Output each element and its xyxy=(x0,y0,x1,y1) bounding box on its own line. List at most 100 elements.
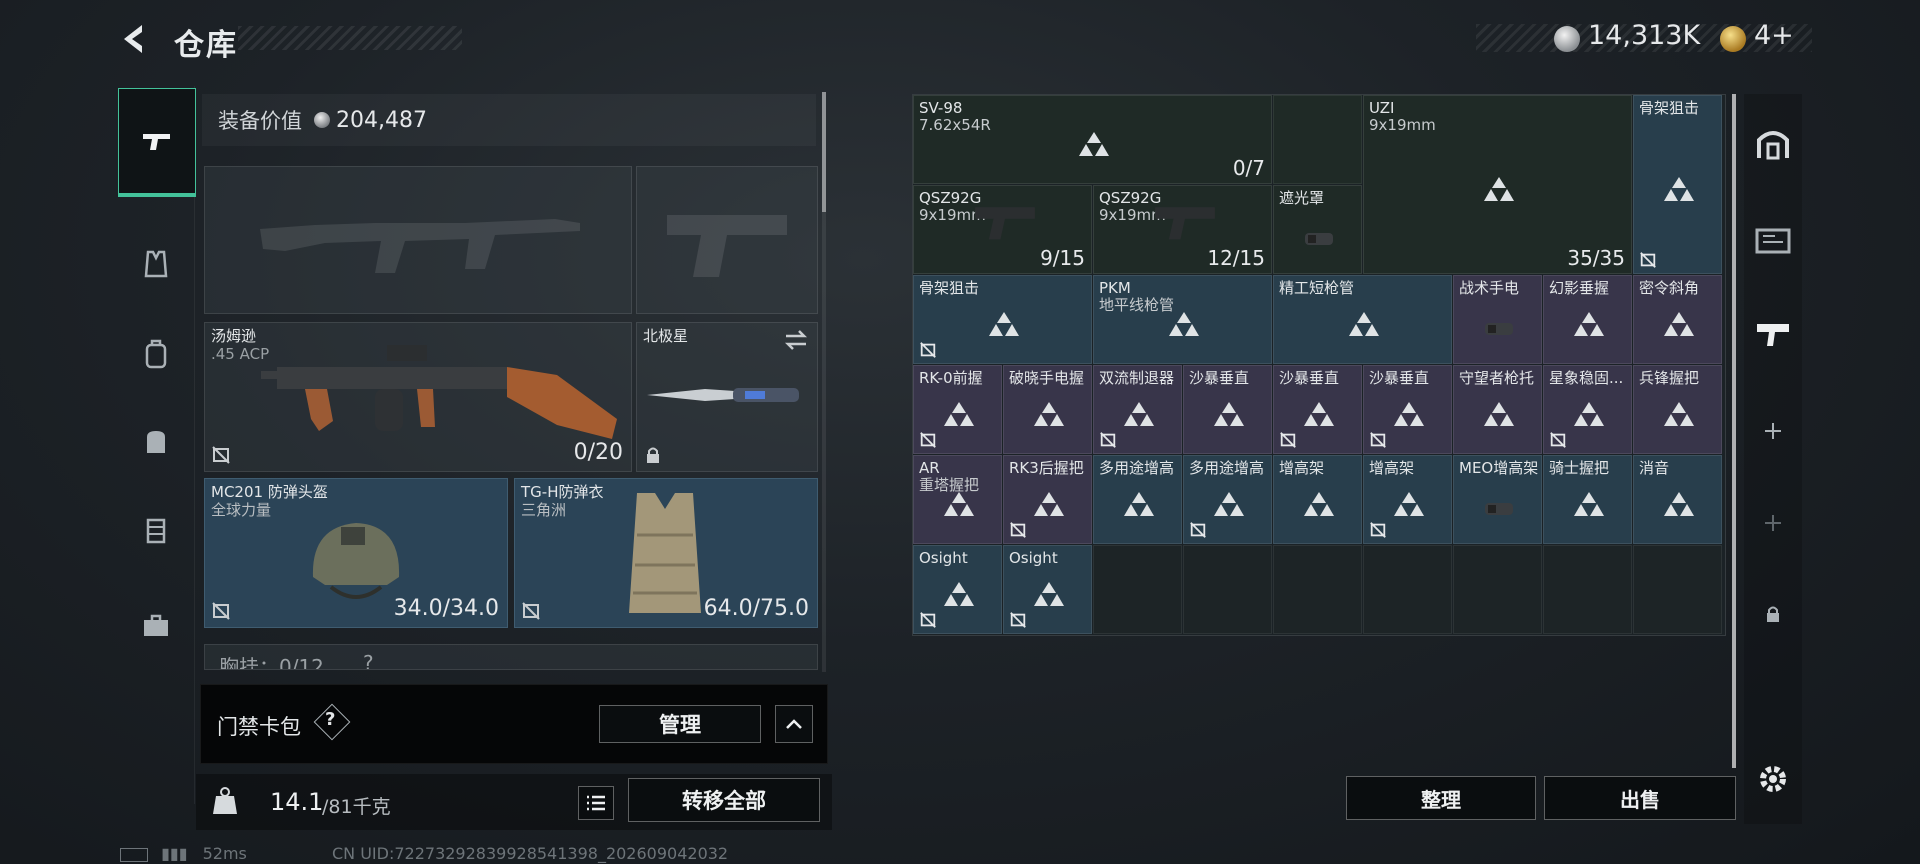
unknown-item-icon xyxy=(1349,312,1379,336)
thompson-smg-icon xyxy=(261,345,617,439)
stash-item[interactable]: PKM 地平线枪管 xyxy=(1093,275,1272,364)
left-scrollbar-thumb[interactable] xyxy=(822,92,826,212)
equip-value: 204,487 xyxy=(336,107,427,133)
category-rail xyxy=(118,86,196,804)
grid-cell[interactable] xyxy=(1633,545,1722,634)
stash-item[interactable]: Osight xyxy=(913,545,1002,634)
stash-item[interactable]: 多用途增高 xyxy=(1093,455,1182,544)
item-name: 星象稳固... xyxy=(1549,369,1624,387)
stash-item[interactable]: 精工短枪管 xyxy=(1273,275,1452,364)
primary-weapon-slot-empty[interactable] xyxy=(204,166,632,314)
transfer-all-button[interactable]: 转移全部 xyxy=(628,778,820,822)
no-insure-icon xyxy=(212,446,230,464)
swap-icon[interactable] xyxy=(783,329,809,351)
unknown-item-icon xyxy=(1079,132,1109,156)
stash-item[interactable]: 幻影垂握 xyxy=(1543,275,1632,364)
stash-item[interactable]: 破晓手电握 xyxy=(1003,365,1092,454)
settings-button[interactable] xyxy=(1744,754,1802,804)
stash-item[interactable]: 增高架 xyxy=(1363,455,1452,544)
secondary-weapon-slot-empty[interactable] xyxy=(636,166,818,314)
chest-rig-slot[interactable]: 胸挂：0/12 ? xyxy=(204,644,818,670)
weight-icon xyxy=(213,787,237,814)
help-icon[interactable]: ? xyxy=(325,709,335,730)
add-stash-button[interactable] xyxy=(1744,406,1802,456)
grid-cell[interactable] xyxy=(1183,545,1272,634)
stash-item[interactable]: 骨架狙击 xyxy=(913,275,1092,364)
item-subtitle: 7.62x54R xyxy=(919,116,991,134)
melee-slot[interactable]: 北极星 xyxy=(636,322,818,472)
manage-button[interactable]: 管理 xyxy=(599,705,761,743)
sell-button[interactable]: 出售 xyxy=(1544,776,1736,820)
item-name: 幻影垂握 xyxy=(1549,279,1610,297)
item-name: 破晓手电握 xyxy=(1009,369,1085,387)
stash-item[interactable]: RK-0前握 xyxy=(913,365,1002,454)
item-name: 战术手电 xyxy=(1459,279,1520,297)
rail-container[interactable] xyxy=(118,502,194,558)
stash-item[interactable]: 骑士握把 xyxy=(1543,455,1632,544)
melee-name: 北极星 xyxy=(643,327,689,345)
grid-cell[interactable] xyxy=(1273,545,1362,634)
stash-tab-2[interactable] xyxy=(1744,210,1802,270)
stash-item[interactable]: 兵锋握把 xyxy=(1633,365,1722,454)
item-name: Osight xyxy=(1009,549,1058,567)
gear-icon xyxy=(1760,766,1786,792)
grid-cell[interactable] xyxy=(1093,545,1182,634)
stash-item[interactable]: SV-98 7.62x54R 0/7 xyxy=(913,95,1272,184)
item-name: 沙暴垂直 xyxy=(1369,369,1430,387)
silver-coin-icon xyxy=(1554,26,1580,52)
grid-scrollbar[interactable] xyxy=(1732,94,1736,768)
attachment-icon xyxy=(1305,233,1333,245)
stash-item[interactable]: Osight xyxy=(1003,545,1092,634)
grid-cell[interactable] xyxy=(1363,545,1452,634)
pistol-silhouette-icon xyxy=(667,215,787,277)
stash-item[interactable]: 消音 xyxy=(1633,455,1722,544)
stash-item[interactable]: MEO增高架 xyxy=(1453,455,1542,544)
primary-weapon-slot[interactable]: 汤姆逊 .45 ACP 0/20 xyxy=(204,322,632,472)
grid-cell[interactable] xyxy=(1453,545,1542,634)
stash-item[interactable]: 多用途增高 xyxy=(1183,455,1272,544)
armor-slot[interactable]: TG-H防弹衣 三角洲 64.0/75.0 xyxy=(514,478,818,628)
stash-item[interactable]: 沙暴垂直 xyxy=(1363,365,1452,454)
stash-tab-3[interactable] xyxy=(1744,304,1802,364)
rail-pouch[interactable] xyxy=(118,414,194,470)
plus-icon xyxy=(1765,423,1781,439)
list-view-button[interactable] xyxy=(578,786,614,820)
collapse-button[interactable] xyxy=(775,705,813,743)
item-name: SV-98 xyxy=(919,99,963,117)
stash-item[interactable]: 战术手电 xyxy=(1453,275,1542,364)
gold-currency[interactable]: 4+ xyxy=(1754,20,1794,51)
unknown-item-icon xyxy=(1304,492,1334,516)
stash-item[interactable]: 骨架狙击 xyxy=(1633,95,1722,274)
pouch-icon xyxy=(147,431,165,453)
stash-item[interactable]: 遮光罩 xyxy=(1273,185,1362,274)
stash-item[interactable]: 沙暴垂直 xyxy=(1183,365,1272,454)
stash-item[interactable]: 双流制退器 xyxy=(1093,365,1182,454)
stash-item[interactable]: QSZ92G 9x19mm 12/15 xyxy=(1093,185,1272,274)
stash-item[interactable]: 增高架 xyxy=(1273,455,1362,544)
stash-item[interactable]: UZI 9x19mm 35/35 xyxy=(1363,95,1632,274)
rail-backpack[interactable] xyxy=(118,326,194,382)
stash-item[interactable]: 星象稳固... xyxy=(1543,365,1632,454)
rail-armor[interactable] xyxy=(118,236,194,292)
chest-rig-help: ? xyxy=(363,651,374,670)
rail-weapons[interactable] xyxy=(118,88,196,197)
rail-case[interactable] xyxy=(118,598,194,654)
stash-item[interactable]: 密令斜角 xyxy=(1633,275,1722,364)
helmet-slot[interactable]: MC201 防弹头盔 全球力量 34.0/34.0 xyxy=(204,478,508,628)
stash-tab-1[interactable] xyxy=(1744,114,1802,174)
knife-icon xyxy=(647,388,799,402)
item-subtitle: 9x19mm xyxy=(1369,116,1436,134)
stash-item[interactable]: 守望者枪托 xyxy=(1453,365,1542,454)
gold-coin-icon xyxy=(1720,26,1746,52)
sort-button[interactable]: 整理 xyxy=(1346,776,1536,820)
item-name: 沙暴垂直 xyxy=(1189,369,1250,387)
stash-item[interactable]: RK3后握把 xyxy=(1003,455,1092,544)
grid-cell[interactable] xyxy=(1273,95,1362,184)
stash-item[interactable]: AR 重塔握把 xyxy=(913,455,1002,544)
pistol-icon xyxy=(143,134,170,150)
back-arrow-icon[interactable] xyxy=(118,22,150,56)
item-name: 消音 xyxy=(1639,459,1670,477)
stash-item[interactable]: QSZ92G 9x19mm 9/15 xyxy=(913,185,1092,274)
grid-cell[interactable] xyxy=(1543,545,1632,634)
stash-item[interactable]: 沙暴垂直 xyxy=(1273,365,1362,454)
